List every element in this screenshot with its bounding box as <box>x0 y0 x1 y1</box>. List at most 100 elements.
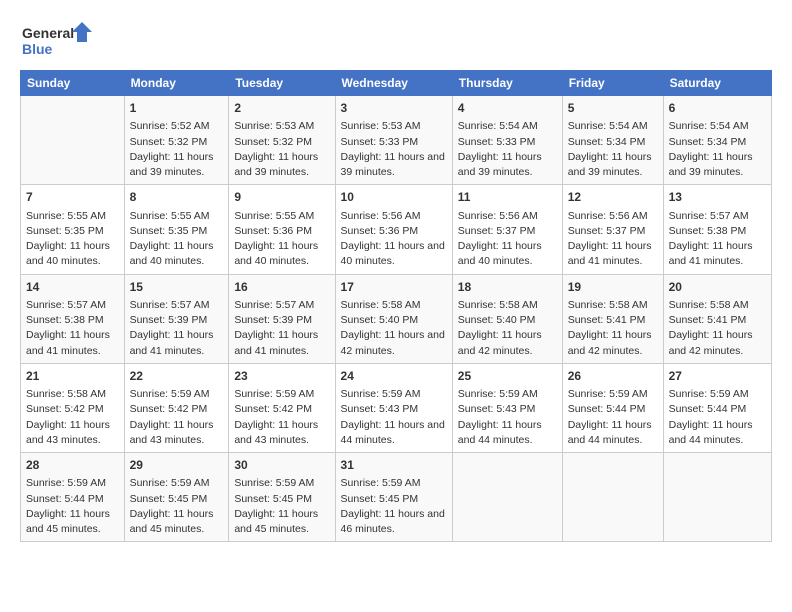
cell-content: Sunrise: 5:58 AMSunset: 5:42 PMDaylight:… <box>26 387 119 448</box>
calendar-cell: 9 Sunrise: 5:55 AMSunset: 5:36 PMDaylight… <box>229 185 335 274</box>
calendar-cell: 23Sunrise: 5:59 AMSunset: 5:42 PMDayligh… <box>229 363 335 452</box>
cell-content: Sunrise: 5:59 AMSunset: 5:44 PMDaylight:… <box>568 387 658 448</box>
calendar-cell: 1 Sunrise: 5:52 AMSunset: 5:32 PMDaylight… <box>124 96 229 185</box>
day-number: 4 <box>458 100 557 117</box>
week-row-1: 1 Sunrise: 5:52 AMSunset: 5:32 PMDaylight… <box>21 96 772 185</box>
day-number: 3 <box>341 100 447 117</box>
column-header-sunday: Sunday <box>21 71 125 96</box>
cell-content: Sunrise: 5:53 AMSunset: 5:32 PMDaylight:… <box>234 119 329 180</box>
calendar-header: SundayMondayTuesdayWednesdayThursdayFrid… <box>21 71 772 96</box>
day-number: 17 <box>341 279 447 296</box>
calendar-cell: 5 Sunrise: 5:54 AMSunset: 5:34 PMDaylight… <box>562 96 663 185</box>
day-number: 7 <box>26 189 119 206</box>
day-number: 5 <box>568 100 658 117</box>
calendar-cell: 25 Sunrise: 5:59 AMSunset: 5:43 PMDayligh… <box>452 363 562 452</box>
calendar-cell: 13 Sunrise: 5:57 AMSunset: 5:38 PMDayligh… <box>663 185 771 274</box>
day-number: 10 <box>341 189 447 206</box>
column-header-wednesday: Wednesday <box>335 71 452 96</box>
day-number: 26 <box>568 368 658 385</box>
calendar-cell: 16 Sunrise: 5:57 AMSunset: 5:39 PMDayligh… <box>229 274 335 363</box>
calendar-cell: 26 Sunrise: 5:59 AMSunset: 5:44 PMDayligh… <box>562 363 663 452</box>
day-number: 31 <box>341 457 447 474</box>
day-number: 12 <box>568 189 658 206</box>
cell-content: Sunrise: 5:56 AMSunset: 5:36 PMDaylight:… <box>341 209 447 270</box>
svg-text:Blue: Blue <box>22 41 53 57</box>
calendar-cell: 22 Sunrise: 5:59 AMSunset: 5:42 PMDayligh… <box>124 363 229 452</box>
cell-content: Sunrise: 5:54 AMSunset: 5:34 PMDaylight:… <box>669 119 766 180</box>
week-row-3: 14 Sunrise: 5:57 AMSunset: 5:38 PMDayligh… <box>21 274 772 363</box>
calendar-cell: 12 Sunrise: 5:56 AMSunset: 5:37 PMDayligh… <box>562 185 663 274</box>
day-number: 13 <box>669 189 766 206</box>
calendar-cell: 18 Sunrise: 5:58 AMSunset: 5:40 PMDayligh… <box>452 274 562 363</box>
day-number: 27 <box>669 368 766 385</box>
calendar-cell: 8 Sunrise: 5:55 AMSunset: 5:35 PMDaylight… <box>124 185 229 274</box>
day-number: 21 <box>26 368 119 385</box>
cell-content: Sunrise: 5:52 AMSunset: 5:32 PMDaylight:… <box>130 119 224 180</box>
day-number: 29 <box>130 457 224 474</box>
day-number: 30 <box>234 457 329 474</box>
day-number: 24 <box>341 368 447 385</box>
day-number: 20 <box>669 279 766 296</box>
calendar-cell: 21 Sunrise: 5:58 AMSunset: 5:42 PMDayligh… <box>21 363 125 452</box>
day-number: 11 <box>458 189 557 206</box>
calendar-cell: 28 Sunrise: 5:59 AMSunset: 5:44 PMDayligh… <box>21 453 125 542</box>
cell-content: Sunrise: 5:55 AMSunset: 5:35 PMDaylight:… <box>130 209 224 270</box>
calendar-cell: 11 Sunrise: 5:56 AMSunset: 5:37 PMDayligh… <box>452 185 562 274</box>
day-number: 8 <box>130 189 224 206</box>
cell-content: Sunrise: 5:58 AMSunset: 5:41 PMDaylight:… <box>568 298 658 359</box>
week-row-2: 7 Sunrise: 5:55 AMSunset: 5:35 PMDaylight… <box>21 185 772 274</box>
calendar-cell <box>562 453 663 542</box>
calendar-cell: 4 Sunrise: 5:54 AMSunset: 5:33 PMDaylight… <box>452 96 562 185</box>
calendar-cell: 30Sunrise: 5:59 AMSunset: 5:45 PMDayligh… <box>229 453 335 542</box>
cell-content: Sunrise: 5:57 AMSunset: 5:38 PMDaylight:… <box>26 298 119 359</box>
day-number: 9 <box>234 189 329 206</box>
calendar-cell: 19 Sunrise: 5:58 AMSunset: 5:41 PMDayligh… <box>562 274 663 363</box>
day-number: 22 <box>130 368 224 385</box>
cell-content: Sunrise: 5:57 AMSunset: 5:39 PMDaylight:… <box>234 298 329 359</box>
cell-content: Sunrise: 5:59 AMSunset: 5:44 PMDaylight:… <box>26 476 119 537</box>
header-row: SundayMondayTuesdayWednesdayThursdayFrid… <box>21 71 772 96</box>
calendar-cell <box>663 453 771 542</box>
cell-content: Sunrise: 5:59 AMSunset: 5:43 PMDaylight:… <box>341 387 447 448</box>
cell-content: Sunrise: 5:58 AMSunset: 5:40 PMDaylight:… <box>341 298 447 359</box>
cell-content: Sunrise: 5:57 AMSunset: 5:38 PMDaylight:… <box>669 209 766 270</box>
column-header-friday: Friday <box>562 71 663 96</box>
cell-content: Sunrise: 5:54 AMSunset: 5:33 PMDaylight:… <box>458 119 557 180</box>
calendar-cell: 3 Sunrise: 5:53 AMSunset: 5:33 PMDaylight… <box>335 96 452 185</box>
cell-content: Sunrise: 5:59 AMSunset: 5:42 PMDaylight:… <box>234 387 329 448</box>
cell-content: Sunrise: 5:55 AMSunset: 5:36 PMDaylight:… <box>234 209 329 270</box>
week-row-5: 28 Sunrise: 5:59 AMSunset: 5:44 PMDayligh… <box>21 453 772 542</box>
week-row-4: 21 Sunrise: 5:58 AMSunset: 5:42 PMDayligh… <box>21 363 772 452</box>
calendar-cell: 31 Sunrise: 5:59 AMSunset: 5:45 PMDayligh… <box>335 453 452 542</box>
calendar-cell: 17 Sunrise: 5:58 AMSunset: 5:40 PMDayligh… <box>335 274 452 363</box>
calendar-cell: 24 Sunrise: 5:59 AMSunset: 5:43 PMDayligh… <box>335 363 452 452</box>
cell-content: Sunrise: 5:53 AMSunset: 5:33 PMDaylight:… <box>341 119 447 180</box>
cell-content: Sunrise: 5:59 AMSunset: 5:45 PMDaylight:… <box>341 476 447 537</box>
cell-content: Sunrise: 5:56 AMSunset: 5:37 PMDaylight:… <box>568 209 658 270</box>
day-number: 16 <box>234 279 329 296</box>
cell-content: Sunrise: 5:59 AMSunset: 5:42 PMDaylight:… <box>130 387 224 448</box>
logo: GeneralBlue <box>20 20 100 60</box>
cell-content: Sunrise: 5:59 AMSunset: 5:43 PMDaylight:… <box>458 387 557 448</box>
cell-content: Sunrise: 5:58 AMSunset: 5:41 PMDaylight:… <box>669 298 766 359</box>
day-number: 1 <box>130 100 224 117</box>
day-number: 18 <box>458 279 557 296</box>
cell-content: Sunrise: 5:54 AMSunset: 5:34 PMDaylight:… <box>568 119 658 180</box>
page-header: GeneralBlue <box>20 20 772 60</box>
cell-content: Sunrise: 5:57 AMSunset: 5:39 PMDaylight:… <box>130 298 224 359</box>
calendar-cell: 20 Sunrise: 5:58 AMSunset: 5:41 PMDayligh… <box>663 274 771 363</box>
column-header-tuesday: Tuesday <box>229 71 335 96</box>
svg-text:General: General <box>22 25 74 41</box>
day-number: 2 <box>234 100 329 117</box>
day-number: 19 <box>568 279 658 296</box>
cell-content: Sunrise: 5:58 AMSunset: 5:40 PMDaylight:… <box>458 298 557 359</box>
day-number: 28 <box>26 457 119 474</box>
calendar-cell <box>452 453 562 542</box>
day-number: 25 <box>458 368 557 385</box>
day-number: 14 <box>26 279 119 296</box>
calendar-cell: 14 Sunrise: 5:57 AMSunset: 5:38 PMDayligh… <box>21 274 125 363</box>
calendar-table: SundayMondayTuesdayWednesdayThursdayFrid… <box>20 70 772 542</box>
column-header-saturday: Saturday <box>663 71 771 96</box>
column-header-thursday: Thursday <box>452 71 562 96</box>
cell-content: Sunrise: 5:56 AMSunset: 5:37 PMDaylight:… <box>458 209 557 270</box>
